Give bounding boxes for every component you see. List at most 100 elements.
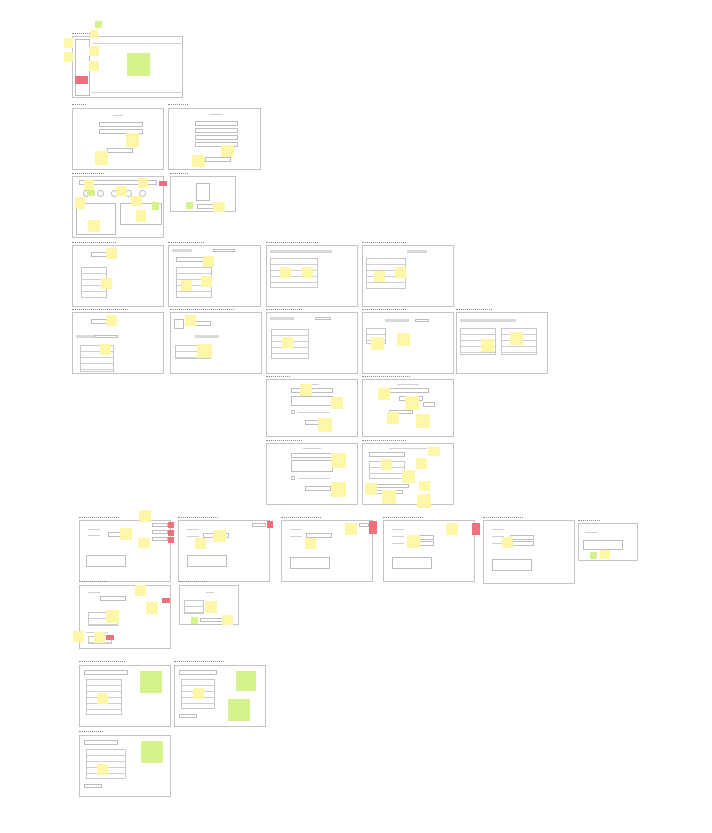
sticky-note <box>502 537 513 548</box>
frame-caption <box>362 309 406 311</box>
frame-caption <box>179 581 207 583</box>
sticky-note <box>120 528 132 540</box>
frame-caption <box>168 242 204 244</box>
sticky-note <box>402 470 415 483</box>
side-button <box>152 523 168 527</box>
frame-caption <box>72 309 128 311</box>
detail-screen-frame <box>79 585 171 649</box>
checkbox <box>291 476 295 480</box>
title-line <box>303 448 321 449</box>
sticky-note-green <box>141 741 163 763</box>
sticky-note <box>600 550 610 559</box>
admin-screen-frame <box>266 312 358 374</box>
toolbar-bar <box>270 317 294 320</box>
sticky-note-red <box>75 76 88 84</box>
input-box <box>213 249 235 252</box>
title-line <box>389 448 427 449</box>
sticky-note <box>213 202 225 212</box>
sticky-note-green <box>228 699 250 721</box>
frame-caption <box>266 440 302 442</box>
sticky-note <box>106 315 117 326</box>
frame-caption <box>79 661 125 663</box>
sticky-note <box>371 337 384 350</box>
frame-caption <box>362 242 406 244</box>
sticky-note-green <box>191 617 198 624</box>
sticky-note-green <box>127 53 150 76</box>
field-label <box>187 529 199 530</box>
sticky-note <box>139 510 151 522</box>
field-label <box>392 529 404 530</box>
frame-caption <box>170 173 188 175</box>
sticky-note <box>305 538 316 549</box>
field-row <box>291 388 333 393</box>
sticky-note-red <box>159 181 167 186</box>
sticky-note <box>416 458 427 469</box>
frame-caption <box>79 517 119 519</box>
admin-screen-frame <box>72 245 164 307</box>
sticky-note-green <box>140 671 162 693</box>
popup-dialog-frame <box>170 176 236 212</box>
sticky-note <box>213 530 226 542</box>
toolbar-bar <box>385 319 409 322</box>
sticky-note <box>201 276 212 287</box>
form-dialog-frame <box>266 379 358 437</box>
checkbox-label <box>298 478 330 479</box>
sticky-note <box>146 602 158 614</box>
sticky-note <box>345 523 357 535</box>
input-box <box>415 319 429 322</box>
textarea-box <box>187 555 227 567</box>
admin-screen-frame <box>72 312 164 374</box>
sticky-note <box>106 248 117 259</box>
textarea-box <box>291 396 333 406</box>
header-line <box>92 43 181 44</box>
sticky-note <box>64 38 73 48</box>
sticky-note <box>95 151 108 165</box>
sticky-note <box>84 180 94 190</box>
sticky-note <box>428 447 440 456</box>
image-box <box>196 183 210 201</box>
sticky-note <box>221 145 234 157</box>
sticky-note <box>126 133 139 147</box>
sticky-note-red <box>162 598 170 603</box>
register-button <box>205 157 231 162</box>
frame-caption <box>72 104 86 106</box>
field-row <box>510 541 534 546</box>
login-dialog-frame <box>72 108 164 170</box>
field-row <box>195 128 238 133</box>
admin-screen-frame <box>170 312 262 374</box>
sticky-note <box>416 414 430 428</box>
field-row <box>100 596 126 601</box>
sticky-note <box>94 632 105 643</box>
sticky-note <box>381 459 392 470</box>
admin-screen-frame <box>456 312 548 374</box>
frame-caption <box>281 517 321 519</box>
username-field <box>99 122 143 127</box>
frame-caption <box>578 520 600 522</box>
title-line <box>206 592 214 593</box>
sticky-note <box>138 178 148 188</box>
field-row <box>510 535 534 540</box>
sticky-note <box>64 52 73 62</box>
frame-caption <box>483 517 523 519</box>
sticky-note-red <box>168 530 174 536</box>
search-bar <box>84 740 118 745</box>
sticky-note-red <box>369 521 377 534</box>
field-label <box>392 536 404 537</box>
frame-caption <box>170 309 234 311</box>
field-label <box>88 592 100 593</box>
field-row <box>369 452 405 457</box>
frame-caption <box>79 731 103 733</box>
sticky-note <box>197 344 212 358</box>
avatar-circle <box>97 190 104 197</box>
sticky-note-red <box>472 523 480 535</box>
toolbar-bar <box>76 335 94 338</box>
sticky-note <box>419 481 430 491</box>
input-box <box>94 335 118 338</box>
sticky-note <box>365 483 377 495</box>
sticky-note <box>195 538 206 549</box>
sticky-note <box>100 344 111 355</box>
sticky-note <box>136 210 146 222</box>
toolbar-bar <box>407 250 427 253</box>
sticky-note <box>89 61 99 71</box>
sticky-note <box>97 764 108 775</box>
